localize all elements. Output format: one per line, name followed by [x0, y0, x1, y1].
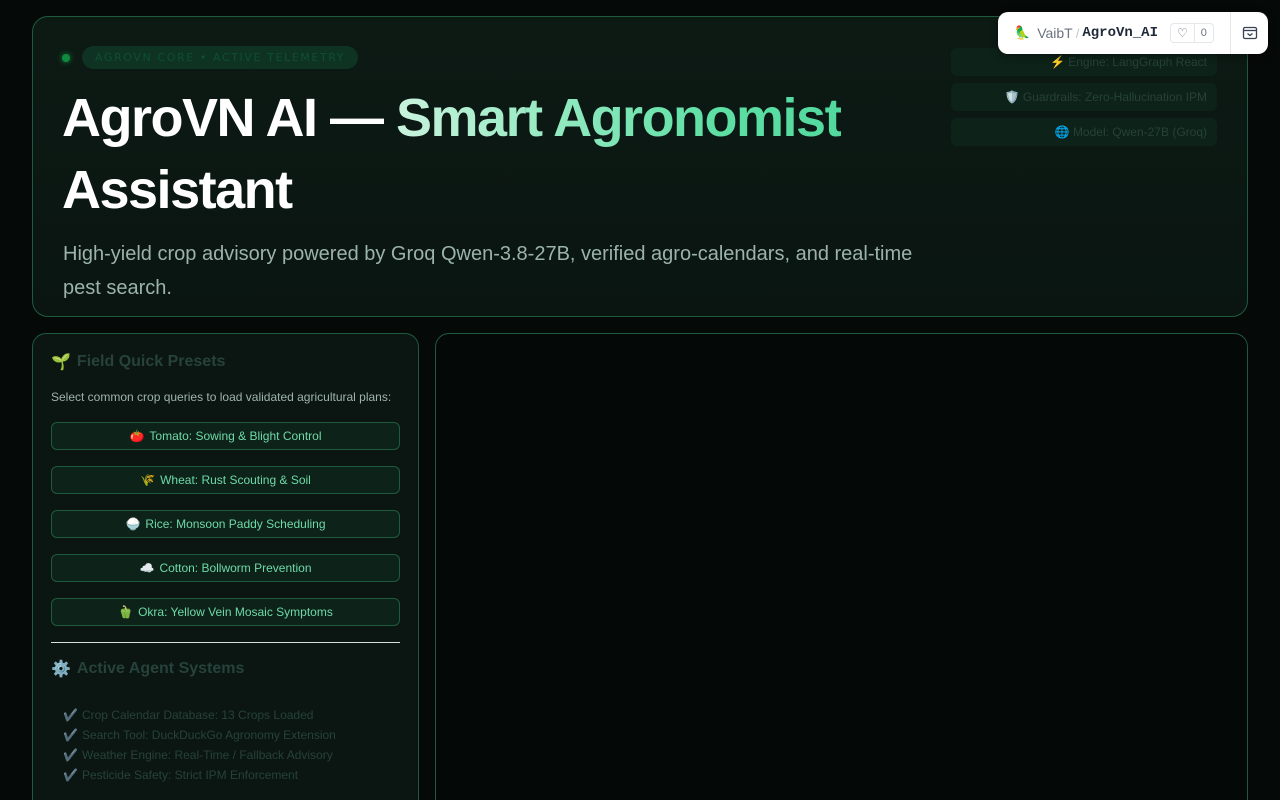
- owner-name[interactable]: VaibT: [1037, 25, 1073, 41]
- title-plain: AgroVN AI —: [62, 88, 397, 148]
- window-collapse-icon: [1242, 26, 1257, 40]
- gear-icon: ⚙️: [51, 661, 71, 678]
- list-item: ✔️ Pesticide Safety: Strict IPM Enforceme…: [63, 765, 400, 785]
- tag-guardrails-label: Guardrails: Zero-Hallucination IPM: [1022, 90, 1207, 104]
- checkmark-icon: ✔️: [63, 708, 78, 722]
- path-separator: /: [1075, 25, 1080, 41]
- tag-model: 🌐 Model: Qwen-27B (Groq): [951, 118, 1217, 146]
- presets-title: Field Quick Presets: [76, 353, 226, 370]
- owner-avatar-icon: 🦜: [1014, 25, 1031, 40]
- title-highlight: Smart Agronomist: [396, 88, 843, 148]
- preset-button-rice[interactable]: 🍚 Rice: Monsoon Paddy Scheduling: [51, 510, 400, 538]
- expand-menu-button[interactable]: [1231, 12, 1268, 54]
- space-identity[interactable]: 🦜 VaibT / AgroVn_AI ♡ 0: [998, 12, 1218, 54]
- status-indicator-icon: [62, 53, 70, 62]
- shield-icon: 🛡️: [1004, 90, 1020, 104]
- preset-label: Okra: Yellow Vein Mosaic Symptoms: [138, 605, 333, 619]
- like-button[interactable]: ♡ 0: [1169, 23, 1214, 43]
- chat-panel: [435, 333, 1248, 800]
- cloud-icon: ☁️: [139, 561, 155, 575]
- page-title: AgroVN AI — Smart Agronomist Assistant: [62, 82, 942, 226]
- presets-description: Select common crop queries to load valid…: [51, 390, 392, 404]
- preset-label: Rice: Monsoon Paddy Scheduling: [145, 517, 326, 531]
- sidebar: 🌱 Field Quick Presets Select common crop…: [32, 333, 419, 800]
- rice-icon: 🍚: [125, 517, 141, 531]
- preset-list: 🍅 Tomato: Sowing & Blight Control 🌾 Wheat:…: [51, 422, 400, 626]
- title-after: Assistant: [62, 160, 293, 220]
- preset-button-tomato[interactable]: 🍅 Tomato: Sowing & Blight Control: [51, 422, 400, 450]
- checkmark-icon: ✔️: [63, 748, 78, 762]
- sidebar-divider: [51, 642, 400, 643]
- agents-title: Active Agent Systems: [76, 660, 245, 677]
- tag-engine-label: Engine: LangGraph React: [1068, 55, 1207, 69]
- list-item: ✔️ Search Tool: DuckDuckGo Agronomy Exten…: [63, 725, 400, 745]
- agent-status-list: ✔️ Crop Calendar Database: 13 Crops Loade…: [51, 705, 400, 785]
- agents-heading: ⚙️ Active Agent Systems: [51, 659, 400, 679]
- checkmark-icon: ✔️: [63, 768, 78, 782]
- system-tags: ⚡ Engine: LangGraph React 🛡️ Guardrails:…: [951, 48, 1217, 146]
- preset-button-wheat[interactable]: 🌾 Wheat: Rust Scouting & Soil: [51, 466, 400, 494]
- space-name[interactable]: AgroVn_AI: [1082, 25, 1158, 41]
- tomato-icon: 🍅: [129, 429, 145, 443]
- checkmark-icon: ✔️: [63, 728, 78, 742]
- wheat-icon: 🌾: [140, 473, 156, 487]
- seedling-icon: 🌱: [51, 354, 71, 371]
- like-count: 0: [1200, 27, 1207, 39]
- agent-label: Weather Engine: Real-Time / Fallback Adv…: [81, 748, 333, 762]
- preset-label: Tomato: Sowing & Blight Control: [149, 429, 322, 443]
- pepper-icon: 🫑: [118, 605, 134, 619]
- lightning-icon: ⚡: [1049, 55, 1065, 69]
- agent-label: Pesticide Safety: Strict IPM Enforcement: [81, 768, 299, 782]
- agent-label: Search Tool: DuckDuckGo Agronomy Extensi…: [81, 728, 336, 742]
- heart-icon: ♡: [1171, 24, 1195, 42]
- status-row: AGROVN CORE • ACTIVE TELEMETRY: [62, 46, 359, 69]
- tag-guardrails: 🛡️ Guardrails: Zero-Hallucination IPM: [951, 83, 1217, 111]
- preset-label: Wheat: Rust Scouting & Soil: [160, 473, 311, 487]
- hero-banner: AGROVN CORE • ACTIVE TELEMETRY AgroVN AI…: [32, 16, 1248, 317]
- agent-label: Crop Calendar Database: 13 Crops Loaded: [81, 708, 314, 722]
- page-subtitle: High-yield crop advisory powered by Groq…: [63, 243, 913, 299]
- tag-model-label: Model: Qwen-27B (Groq): [1072, 125, 1207, 139]
- status-pill: AGROVN CORE • ACTIVE TELEMETRY: [82, 46, 359, 69]
- space-header-badge: 🦜 VaibT / AgroVn_AI ♡ 0: [998, 12, 1268, 54]
- preset-button-cotton[interactable]: ☁️ Cotton: Bollworm Prevention: [51, 554, 400, 582]
- preset-label: Cotton: Bollworm Prevention: [159, 561, 312, 575]
- presets-heading: 🌱 Field Quick Presets: [51, 352, 400, 372]
- list-item: ✔️ Weather Engine: Real-Time / Fallback A…: [63, 745, 400, 765]
- list-item: ✔️ Crop Calendar Database: 13 Crops Loade…: [63, 705, 400, 725]
- preset-button-okra[interactable]: 🫑 Okra: Yellow Vein Mosaic Symptoms: [51, 598, 400, 626]
- globe-icon: 🌐: [1054, 125, 1070, 139]
